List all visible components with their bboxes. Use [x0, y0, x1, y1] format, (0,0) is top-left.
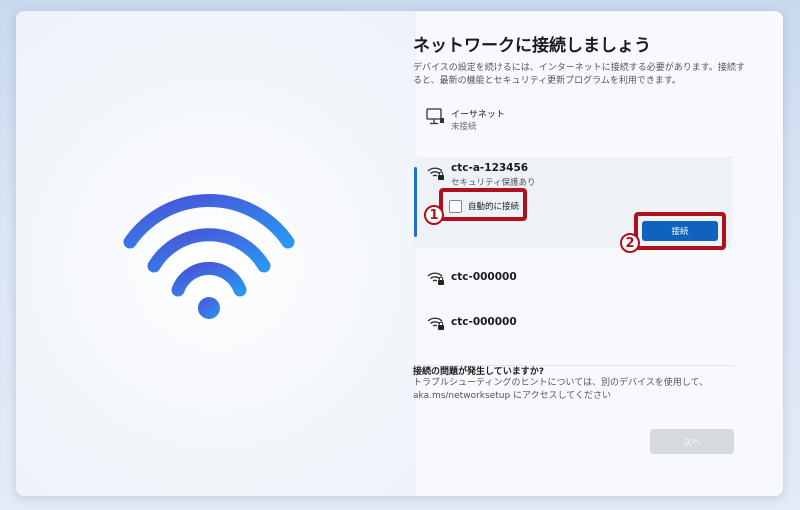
ethernet-status: 未接続	[451, 122, 477, 132]
wifi-lock-icon	[427, 317, 444, 330]
page-description: デバイスの設定を続けるには、インターネットに接続する必要があります。接続すると、…	[413, 63, 745, 86]
page-title: ネットワークに接続しましょう	[413, 36, 651, 56]
auto-connect-label: 自動的に接続	[468, 202, 520, 212]
network-security: セキュリティ保護あり	[451, 178, 536, 188]
annotation-marker-2: 2	[620, 233, 640, 253]
help-title: 接続の問題が発生していますか?	[413, 367, 544, 377]
auto-connect-highlight: 自動的に接続	[439, 188, 527, 221]
next-button[interactable]: 次へ	[650, 429, 734, 454]
wifi-illustration-icon	[123, 194, 295, 319]
network-ssid: ctc-000000	[451, 271, 517, 283]
auto-connect-checkbox[interactable]	[449, 200, 462, 213]
connect-highlight: 接続	[634, 212, 726, 250]
ethernet-label: イーサネット	[451, 110, 505, 120]
wifi-lock-icon	[427, 272, 444, 285]
network-ssid: ctc-a-123456	[451, 162, 529, 174]
monitor-ethernet-icon	[426, 108, 444, 125]
network-item[interactable]: ctc-000000	[414, 310, 732, 338]
connect-button[interactable]: 接続	[642, 221, 718, 241]
ethernet-item[interactable]: イーサネット 未接続	[425, 105, 625, 137]
annotation-marker-1: 1	[424, 205, 444, 225]
illustration-pane	[16, 11, 416, 496]
help-text: トラブルシューティングのヒントについては、別のデバイスを使用して、aka.ms/…	[413, 378, 709, 401]
network-item[interactable]: ctc-000000	[414, 265, 732, 293]
wifi-lock-icon	[427, 167, 444, 180]
network-ssid: ctc-000000	[451, 316, 517, 328]
selection-indicator	[414, 167, 417, 237]
